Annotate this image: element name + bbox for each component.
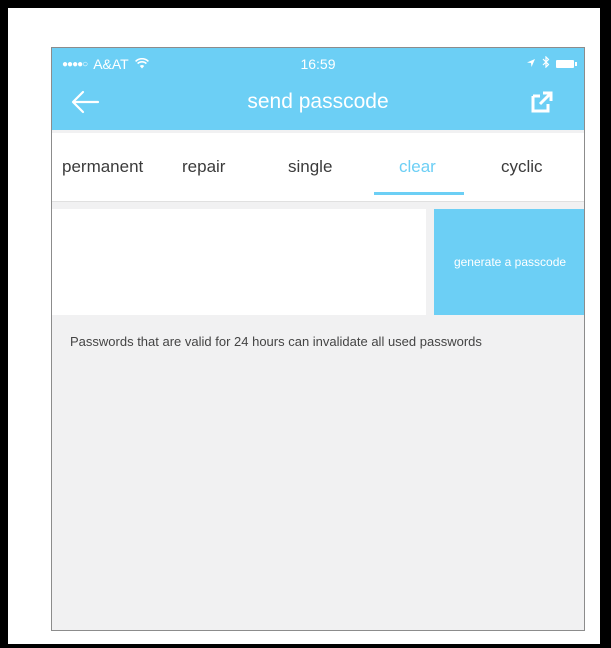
tab-cyclic[interactable]: cyclic	[501, 157, 543, 177]
tab-clear[interactable]: clear	[399, 157, 436, 177]
app-header: ●●●●○ A&AT 16:59 send passcode	[52, 48, 584, 130]
passcode-notice: Passwords that are valid for 24 hours ca…	[70, 334, 482, 349]
phone-screen: ●●●●○ A&AT 16:59 send passcode permanent…	[51, 47, 585, 631]
tab-permanent[interactable]: permanent	[62, 157, 143, 177]
passcode-field[interactable]	[52, 209, 426, 315]
title-bar: send passcode	[52, 86, 584, 118]
bluetooth-icon	[542, 55, 550, 71]
active-tab-indicator	[374, 192, 464, 195]
tab-repair[interactable]: repair	[182, 157, 225, 177]
page-title: send passcode	[247, 90, 389, 113]
share-icon[interactable]	[530, 90, 554, 114]
location-arrow-icon	[526, 56, 536, 71]
status-bar: ●●●●○ A&AT 16:59	[52, 55, 584, 72]
status-right	[526, 55, 577, 71]
passcode-type-tabs: permanent repair single clear cyclic	[52, 133, 584, 202]
battery-icon	[556, 59, 577, 68]
tab-single[interactable]: single	[288, 157, 332, 177]
status-time: 16:59	[300, 56, 336, 72]
generate-passcode-button[interactable]: generate a passcode	[434, 209, 584, 315]
